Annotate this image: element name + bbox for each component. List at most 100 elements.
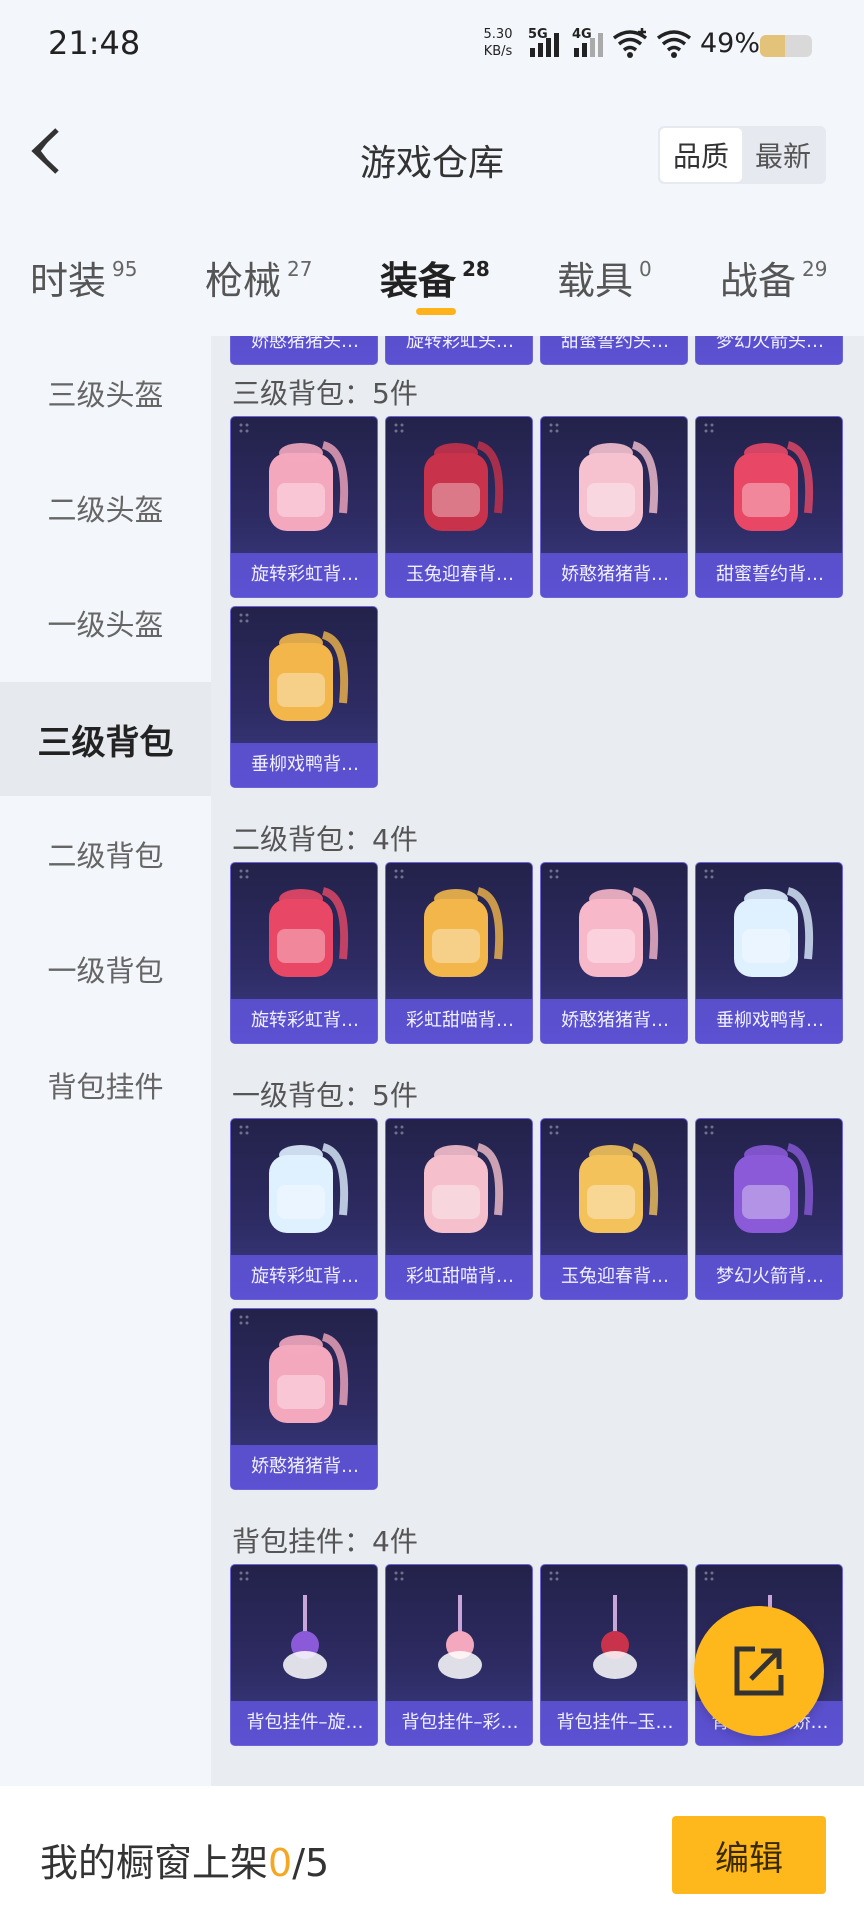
item-thumbnail	[283, 1595, 327, 1679]
item-thumbnail	[438, 1595, 482, 1679]
item-card[interactable]: 背包挂件–彩…	[385, 1564, 533, 1746]
item-grid-area: 娇憨猪猪头… 旋转彩虹头… 甜蜜誓约头… 梦幻火箭头… 三级背包：5件 旋转彩虹背… 玉兔迎…	[211, 336, 864, 1786]
status-time: 21:48	[48, 24, 141, 62]
tab-battle-gear-count: 29	[802, 257, 828, 281]
sidebar-item-backpack-3[interactable]: 三级背包	[0, 682, 211, 796]
tab-battle-gear[interactable]: 战备 29	[720, 250, 827, 320]
section-title: 一级背包：5件	[232, 1079, 418, 1112]
showcase-current-count: 0	[268, 1841, 293, 1885]
tab-vehicles-count: 0	[639, 257, 652, 281]
item-card[interactable]: 娇憨猪猪背…	[540, 862, 688, 1044]
showcase-status: 我的橱窗上架0/5	[40, 1832, 329, 1887]
item-thumbnail	[424, 441, 504, 531]
battery-percent: 49%	[700, 28, 761, 59]
signal-5g-icon	[530, 33, 559, 57]
showcase-max-count: 5	[305, 1841, 330, 1885]
section-title: 二级背包：4件	[232, 823, 418, 856]
edit-button[interactable]: 编辑	[672, 1816, 826, 1894]
sidebar-item-helmet-3[interactable]: 三级头盔	[0, 336, 211, 450]
item-name: 旋转彩虹背…	[231, 1255, 377, 1299]
item-card[interactable]: 彩虹甜喵背…	[385, 862, 533, 1044]
item-thumbnail	[269, 887, 349, 977]
item-card[interactable]: 甜蜜誓约背…	[695, 416, 843, 598]
tab-vehicles[interactable]: 载具 0	[557, 250, 652, 320]
wifi-plus-icon	[612, 28, 648, 58]
battery-fill	[760, 35, 786, 57]
sidebar-item-backpack-1[interactable]: 一级背包	[0, 912, 211, 1026]
category-tabs: 时装 95 枪械 27 装备 28 载具 0 战备 29	[0, 230, 864, 336]
item-name: 玉兔迎春背…	[386, 553, 532, 597]
tab-fashion-label: 时装	[30, 259, 107, 303]
share-icon	[734, 1646, 784, 1696]
item-thumbnail	[579, 1143, 659, 1233]
item-name: 娇憨猪猪头…	[231, 336, 377, 364]
showcase-label: 我的橱窗上架	[40, 1841, 269, 1885]
tab-vehicles-label: 载具	[557, 259, 634, 303]
item-card[interactable]: 玉兔迎春背…	[540, 1118, 688, 1300]
item-thumbnail	[579, 441, 659, 531]
item-name: 旋转彩虹背…	[231, 553, 377, 597]
item-thumbnail	[734, 887, 814, 977]
sort-toggle: 品质 最新	[658, 126, 826, 184]
network-speed-unit: KB/s	[483, 44, 513, 59]
item-name: 甜蜜誓约头…	[541, 336, 687, 364]
signal-4g-icon	[574, 33, 603, 57]
item-name: 甜蜜誓约背…	[696, 553, 842, 597]
item-name: 垂柳戏鸭背…	[696, 999, 842, 1043]
header: 游戏仓库 品质 最新	[0, 86, 864, 206]
item-name: 娇憨猪猪背…	[541, 553, 687, 597]
tab-fashion[interactable]: 时装 95	[30, 250, 137, 320]
item-card[interactable]: 垂柳戏鸭背…	[230, 606, 378, 788]
sidebar-item-pendant[interactable]: 背包挂件	[0, 1028, 211, 1142]
sidebar-item-helmet-1[interactable]: 一级头盔	[0, 566, 211, 680]
back-button[interactable]	[20, 126, 70, 176]
section-title: 三级背包：5件	[232, 377, 418, 410]
item-name: 背包挂件–彩…	[386, 1701, 532, 1745]
sidebar: 三级头盔 二级头盔 一级头盔 三级背包 二级背包 一级背包 背包挂件	[0, 336, 211, 1786]
wifi-icon	[656, 30, 692, 58]
item-card[interactable]: 娇憨猪猪头…	[230, 336, 378, 365]
item-name: 梦幻火箭头…	[696, 336, 842, 364]
item-name: 娇憨猪猪背…	[231, 1445, 377, 1489]
item-card[interactable]: 甜蜜誓约头…	[540, 336, 688, 365]
network-speed: 5.30 KB/s	[478, 26, 518, 60]
item-card[interactable]: 旋转彩虹头…	[385, 336, 533, 365]
item-card[interactable]: 娇憨猪猪背…	[540, 416, 688, 598]
item-thumbnail	[734, 1143, 814, 1233]
item-card[interactable]: 梦幻火箭头…	[695, 336, 843, 365]
item-name: 彩虹甜喵背…	[386, 1255, 532, 1299]
item-thumbnail	[269, 1143, 349, 1233]
item-card[interactable]: 玉兔迎春背…	[385, 416, 533, 598]
tab-firearms-label: 枪械	[205, 259, 282, 303]
item-name: 背包挂件–旋…	[231, 1701, 377, 1745]
item-name: 旋转彩虹背…	[231, 999, 377, 1043]
item-card[interactable]: 背包挂件–玉…	[540, 1564, 688, 1746]
item-card[interactable]: 旋转彩虹背…	[230, 862, 378, 1044]
tab-equipment-label: 装备	[380, 259, 457, 303]
item-thumbnail	[269, 441, 349, 531]
sidebar-item-helmet-2[interactable]: 二级头盔	[0, 451, 211, 565]
share-button[interactable]	[694, 1606, 824, 1736]
section-title: 背包挂件：4件	[232, 1525, 418, 1558]
sort-quality-button[interactable]: 品质	[660, 128, 742, 182]
item-thumbnail	[593, 1595, 637, 1679]
tab-equipment-count: 28	[462, 257, 490, 281]
item-card[interactable]: 娇憨猪猪背…	[230, 1308, 378, 1490]
item-card[interactable]: 梦幻火箭背…	[695, 1118, 843, 1300]
tab-firearms-count: 27	[287, 257, 313, 281]
tab-fashion-count: 95	[112, 257, 138, 281]
tab-battle-gear-label: 战备	[720, 259, 797, 303]
network-speed-value: 5.30	[483, 27, 513, 42]
active-tab-indicator	[416, 308, 456, 315]
item-thumbnail	[424, 887, 504, 977]
item-card[interactable]: 垂柳戏鸭背…	[695, 862, 843, 1044]
bottom-bar: 我的橱窗上架0/5 编辑	[0, 1786, 864, 1920]
status-bar: 21:48 5.30 KB/s 5G 4G 49%	[0, 0, 864, 86]
sidebar-item-backpack-2[interactable]: 二级背包	[0, 797, 211, 911]
sort-newest-button[interactable]: 最新	[742, 128, 824, 182]
item-card[interactable]: 背包挂件–旋…	[230, 1564, 378, 1746]
tab-firearms[interactable]: 枪械 27	[205, 250, 312, 320]
item-card[interactable]: 旋转彩虹背…	[230, 416, 378, 598]
item-card[interactable]: 彩虹甜喵背…	[385, 1118, 533, 1300]
item-card[interactable]: 旋转彩虹背…	[230, 1118, 378, 1300]
